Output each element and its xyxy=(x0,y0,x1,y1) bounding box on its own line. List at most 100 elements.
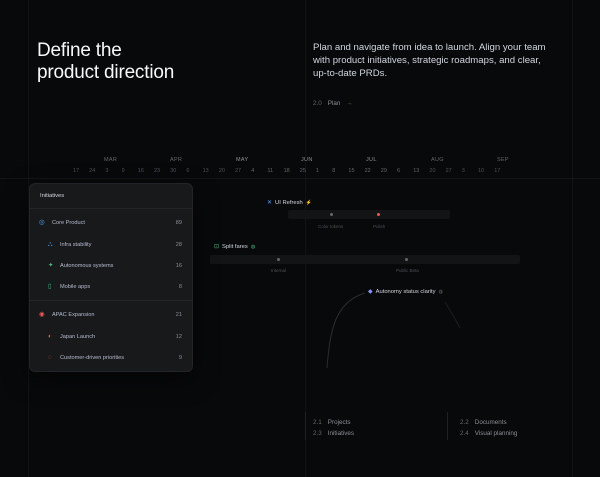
chat-bubble-icon: ◌ xyxy=(48,353,52,361)
initiative-japan-launch[interactable]: ◐ Japan Launch 12 xyxy=(30,330,192,344)
nav-number: 2.1 xyxy=(313,419,322,426)
sparkle-icon: ✦ xyxy=(48,261,54,269)
initiative-customer-driven-priorities[interactable]: ◌ Customer-driven priorities 9 xyxy=(30,351,192,365)
day-label: 18 xyxy=(283,168,290,174)
day-label: 30 xyxy=(170,168,177,174)
initiative-name: Japan Launch xyxy=(60,334,96,340)
day-label: 24 xyxy=(89,168,96,174)
divider xyxy=(447,412,448,440)
initiative-name: Autonomous systems xyxy=(60,263,114,269)
day-label: 27 xyxy=(445,168,452,174)
initiative-autonomous-systems[interactable]: ✦ Autonomous systems 16 xyxy=(30,259,192,273)
month-label: MAR xyxy=(104,157,118,163)
milestone-label: Polish xyxy=(373,224,386,229)
close-x-icon: ✕ xyxy=(267,200,273,206)
month-label: MAY xyxy=(236,157,249,163)
day-label: 9 xyxy=(121,168,125,174)
initiative-name: Core Product xyxy=(52,220,85,226)
project-ui-refresh[interactable]: ✕ UI Refresh ⚡ xyxy=(267,199,312,207)
day-label: 13 xyxy=(202,168,209,174)
nav-number: 2.3 xyxy=(313,430,322,437)
initiative-name: APAC Expansion xyxy=(52,312,95,318)
initiative-count: 8 xyxy=(178,284,182,290)
status-icon: ◍ xyxy=(250,243,256,250)
nav-link-visual-planning[interactable]: 2.4 Visual planning xyxy=(460,430,517,437)
initiative-infra-stability[interactable]: ⛬ Infra stability 28 xyxy=(30,238,192,252)
nav-label: Documents xyxy=(474,419,507,426)
month-label: JUL xyxy=(366,157,377,163)
milestone-dot[interactable] xyxy=(330,213,333,216)
nav-link-projects[interactable]: 2.1 Projects xyxy=(313,419,351,426)
section-label: Plan xyxy=(327,100,341,107)
project-name: UI Refresh xyxy=(275,199,303,206)
initiative-core-product[interactable]: ◎ Core Product 89 xyxy=(30,216,192,230)
nav-link-initiatives[interactable]: 2.3 Initiatives xyxy=(313,430,354,437)
dependency-curve xyxy=(326,292,461,369)
day-label: 27 xyxy=(235,168,242,174)
initiative-count: 12 xyxy=(175,334,182,340)
globe-icon: ◎ xyxy=(39,218,45,226)
day-label: 22 xyxy=(364,168,371,174)
initiative-name: Customer-driven priorities xyxy=(60,355,125,361)
milestone-dot[interactable] xyxy=(377,213,380,216)
initiative-name: Mobile apps xyxy=(60,284,91,290)
project-bar[interactable] xyxy=(288,210,450,219)
initiative-count: 21 xyxy=(175,312,182,318)
milestone-dot[interactable] xyxy=(277,258,280,261)
month-label: AUG xyxy=(431,157,444,163)
initiative-count: 16 xyxy=(175,263,182,269)
day-label: 1 xyxy=(316,168,320,174)
month-label: JUN xyxy=(301,157,313,163)
day-label: 3 xyxy=(461,168,465,174)
milestone-label: Color tokens xyxy=(318,224,344,229)
panel-title: Initiatives xyxy=(40,193,65,199)
divider xyxy=(305,412,306,440)
day-label: 17 xyxy=(494,168,501,174)
initiative-name: Infra stability xyxy=(60,242,92,248)
plan-link[interactable]: 2.0 Plan → xyxy=(313,100,353,107)
nav-label: Visual planning xyxy=(474,430,518,437)
day-label: 10 xyxy=(478,168,485,174)
day-label: 15 xyxy=(348,168,355,174)
section-description: Plan and navigate from idea to launch. A… xyxy=(313,42,546,80)
day-label: 16 xyxy=(137,168,144,174)
day-label: 6 xyxy=(186,168,190,174)
day-label: 3 xyxy=(105,168,109,174)
project-name: Split fares xyxy=(222,243,248,250)
section-number: 2.0 xyxy=(313,100,322,107)
milestone-dot[interactable] xyxy=(405,258,408,261)
initiatives-panel: Initiatives ◎ Core Product 89 ⛬ Infra st… xyxy=(29,183,193,372)
divider xyxy=(30,208,192,209)
day-label: 25 xyxy=(299,168,306,174)
project-split-fares[interactable]: ⊡ Split fares ◍ xyxy=(214,243,256,251)
nav-link-documents[interactable]: 2.2 Documents xyxy=(460,419,507,426)
initiative-count: 9 xyxy=(178,355,182,361)
nav-label: Projects xyxy=(327,419,351,426)
circle-progress-icon: ◐ xyxy=(48,332,52,340)
page: Define the product direction Plan and na… xyxy=(0,0,600,477)
day-label: 6 xyxy=(397,168,401,174)
day-label: 11 xyxy=(267,168,274,174)
initiative-count: 89 xyxy=(175,220,182,226)
phone-icon: ▯ xyxy=(48,282,52,290)
day-label: 8 xyxy=(332,168,336,174)
day-label: 13 xyxy=(413,168,420,174)
initiative-apac-expansion[interactable]: ◉ APAC Expansion 21 xyxy=(30,308,192,322)
milestone-label: Public Beta xyxy=(396,268,419,273)
nav-label: Initiatives xyxy=(327,430,355,437)
divider xyxy=(0,178,600,179)
day-label: 4 xyxy=(251,168,255,174)
initiative-mobile-apps[interactable]: ▯ Mobile apps 8 xyxy=(30,280,192,294)
day-label: 29 xyxy=(380,168,387,174)
arrow-right-icon: → xyxy=(346,100,353,107)
page-title: Define the product direction xyxy=(37,40,237,84)
day-label: 20 xyxy=(218,168,225,174)
month-label: SEP xyxy=(497,157,509,163)
day-label: 17 xyxy=(73,168,80,174)
initiative-count: 28 xyxy=(175,242,182,248)
project-bar[interactable] xyxy=(210,255,520,264)
divider xyxy=(30,300,192,301)
nav-number: 2.4 xyxy=(460,430,469,437)
month-label: APR xyxy=(170,157,183,163)
title-line: product direction xyxy=(37,62,175,83)
